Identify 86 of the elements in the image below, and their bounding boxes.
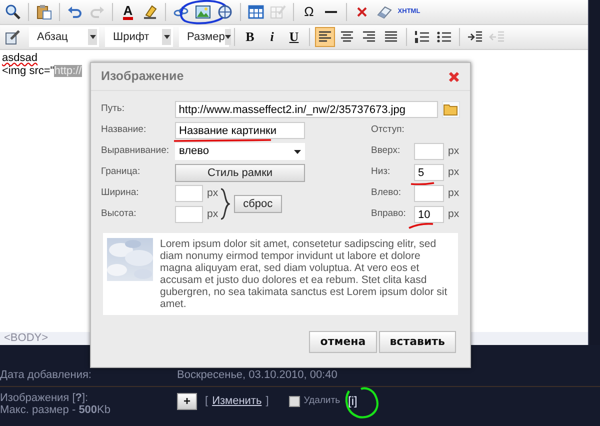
image-icon	[195, 4, 211, 20]
eraser-icon	[376, 4, 392, 20]
format-dropdown[interactable]: Абзац	[29, 27, 99, 47]
caret-icon	[164, 35, 170, 39]
format-button[interactable]: U	[284, 27, 304, 47]
clipboard-button[interactable]	[34, 2, 54, 22]
field-label: Вверх:	[371, 144, 402, 158]
redo-icon	[89, 4, 105, 20]
margin-field[interactable]: 5	[414, 164, 444, 181]
symbol-button[interactable]: Ω	[299, 2, 319, 22]
field-label: Низ:	[371, 165, 392, 180]
field-label: Граница:	[101, 165, 142, 180]
add-button[interactable]: +	[177, 392, 197, 410]
close-icon	[448, 70, 460, 82]
close-button[interactable]	[448, 70, 460, 82]
format-dropdown[interactable]: Размер	[179, 27, 229, 47]
margin-field[interactable]	[414, 185, 444, 202]
search-button[interactable]	[3, 2, 23, 22]
unit-label: px	[448, 186, 460, 201]
bracket: [	[205, 395, 208, 407]
unit-label: px	[448, 206, 460, 222]
caret-icon	[294, 150, 301, 154]
unit-label: px	[448, 164, 460, 180]
size-field[interactable]	[175, 185, 203, 202]
circle-annotation	[345, 387, 378, 418]
horizontal-line-icon	[325, 11, 337, 13]
underline-annotation	[410, 182, 434, 186]
edit-icon	[5, 29, 21, 45]
globe-icon	[217, 4, 233, 20]
title-field[interactable]: Название картинки	[175, 122, 305, 139]
path-field[interactable]: http://www.masseffect2.in/_nw/2/35737673.jpg	[174, 101, 438, 118]
align-left-button[interactable]	[315, 27, 335, 47]
field-label: Путь:	[101, 102, 126, 116]
dialog-title: Изображение	[101, 68, 184, 86]
edit-button[interactable]	[3, 27, 23, 47]
field-label: Ширина:	[101, 186, 140, 200]
numbered-list-icon	[414, 29, 430, 45]
folder-icon	[443, 102, 459, 117]
search-icon	[5, 4, 21, 20]
size-hint: Макс. размер - 500Kb	[0, 404, 112, 416]
caret-icon	[90, 35, 96, 39]
highlighter-icon	[142, 4, 158, 20]
font-color-button[interactable]: A	[118, 2, 138, 22]
cancel-button[interactable]: отмена	[309, 331, 377, 353]
format-dropdown[interactable]: Шрифт	[105, 27, 173, 47]
table-icon	[248, 4, 264, 20]
field-label: Высота:	[101, 207, 138, 222]
change-link[interactable]: Изменить	[212, 395, 262, 407]
format-button[interactable]: B	[240, 27, 260, 47]
bullet-list-icon	[436, 29, 452, 45]
size-field[interactable]	[175, 206, 203, 223]
insert-button[interactable]: вставить	[378, 331, 456, 353]
caret-icon	[224, 35, 231, 39]
date-value: Воскресенье, 03.10.2010, 00:40	[177, 369, 338, 381]
margin-field[interactable]	[414, 143, 444, 160]
align-select[interactable]: влево	[175, 143, 305, 160]
field-label: Отступ:	[371, 123, 406, 138]
field-label: Изображения [?]:	[0, 392, 90, 404]
reset-button[interactable]: сброс	[234, 195, 282, 213]
preview-text: Lorem ipsum dolor sit amet, consetetur sadipscing elitr, sed diam nonumy eirmod tempor invidunt ut labore et dolore magna aliquyam erat, sed diam voluptua. At vero eos et accusam et justo duo dolores et ea rebum. Stet clita kasd gubergren, no sea takimata sanctus est Lorem ipsum dolor sit amet.	[160, 238, 448, 312]
status-path: <BODY>	[4, 332, 48, 344]
field-label: Выравнивание:	[101, 144, 170, 158]
editor-text: asdsad	[2, 52, 38, 64]
underline-annotation	[408, 223, 434, 229]
info-link[interactable]: [i]	[348, 395, 358, 407]
field-label: Вправо:	[371, 207, 407, 222]
browse-button[interactable]	[442, 101, 460, 118]
format-button[interactable]: i	[262, 27, 282, 47]
undo-icon	[67, 4, 83, 20]
editor-text: <img src="	[2, 65, 54, 77]
delete-checkbox[interactable]	[288, 396, 300, 406]
field-label: Влево:	[371, 186, 402, 200]
editor-text: http://	[54, 65, 82, 77]
unit-label: px	[448, 144, 460, 159]
field-label: Дата добавления:	[0, 369, 92, 381]
checkbox-label: Удалить	[304, 395, 340, 407]
border-style-button[interactable]: Стиль рамки	[175, 164, 305, 182]
unit-label: px	[207, 186, 218, 201]
unit-label: px	[207, 206, 218, 222]
table-edit-icon	[270, 4, 286, 20]
field-label: Название:	[101, 123, 148, 138]
bracket: ]	[266, 395, 269, 407]
clipboard-icon	[36, 4, 52, 20]
margin-field[interactable]: 10	[414, 206, 444, 223]
circle-annotation	[180, 0, 228, 24]
brace-icon	[220, 187, 230, 221]
